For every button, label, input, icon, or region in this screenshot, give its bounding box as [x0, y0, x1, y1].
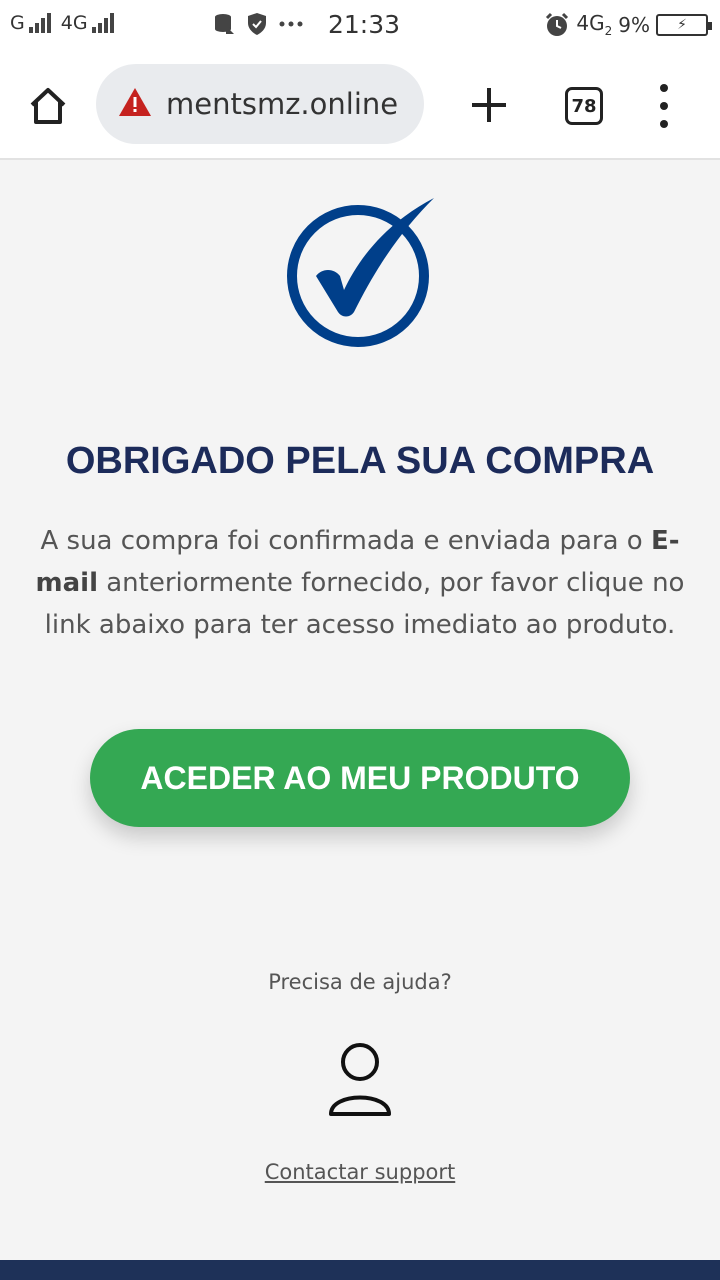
notification-icons: [212, 12, 306, 36]
url-text: mentsmz.online: [166, 87, 399, 121]
page-title: OBRIGADO PELA SUA COMPRA: [65, 440, 655, 482]
desc-text-1: A sua compra foi confirmada e enviada pa…: [40, 526, 651, 556]
browser-toolbar: mentsmz.online 78: [0, 52, 720, 160]
database-icon: [215, 14, 234, 34]
more-vert-icon[interactable]: [654, 84, 674, 128]
network-label: 4G: [60, 12, 88, 34]
battery-percent: 9%: [618, 12, 650, 37]
address-bar[interactable]: mentsmz.online: [96, 64, 424, 144]
home-icon[interactable]: [26, 84, 70, 128]
more-notifications-icon: [279, 21, 303, 27]
warning-icon[interactable]: [118, 86, 152, 118]
carrier-label: G: [10, 12, 25, 34]
alarm-icon: [546, 12, 569, 36]
plus-icon[interactable]: [468, 84, 510, 126]
confirmation-message: A sua compra foi confirmada e enviada pa…: [20, 520, 700, 646]
status-right: 4G2 9% ⚡: [544, 11, 712, 38]
network-4g-label: 4G2: [576, 11, 613, 38]
desc-text-2: anteriormente fornecido, por favor cliqu…: [44, 568, 685, 640]
shield-icon: [248, 13, 266, 35]
signal-group: G 4G: [10, 12, 124, 34]
clock: 21:33: [328, 10, 401, 39]
status-bar: G 4G 21:33 4G2 9% ⚡: [0, 0, 720, 52]
contact-support-link[interactable]: Contactar support: [0, 1160, 720, 1184]
tab-switcher-button[interactable]: 78: [565, 87, 603, 125]
signal-icon-2: [91, 13, 116, 33]
signal-icon: [28, 13, 53, 33]
battery-icon: ⚡: [656, 13, 712, 36]
user-icon[interactable]: [325, 1040, 395, 1122]
check-circle-icon: [287, 198, 434, 347]
help-text: Precisa de ajuda?: [268, 970, 452, 994]
access-product-button[interactable]: ACEDER AO MEU PRODUTO: [90, 729, 630, 827]
footer-bar: [0, 1260, 720, 1280]
